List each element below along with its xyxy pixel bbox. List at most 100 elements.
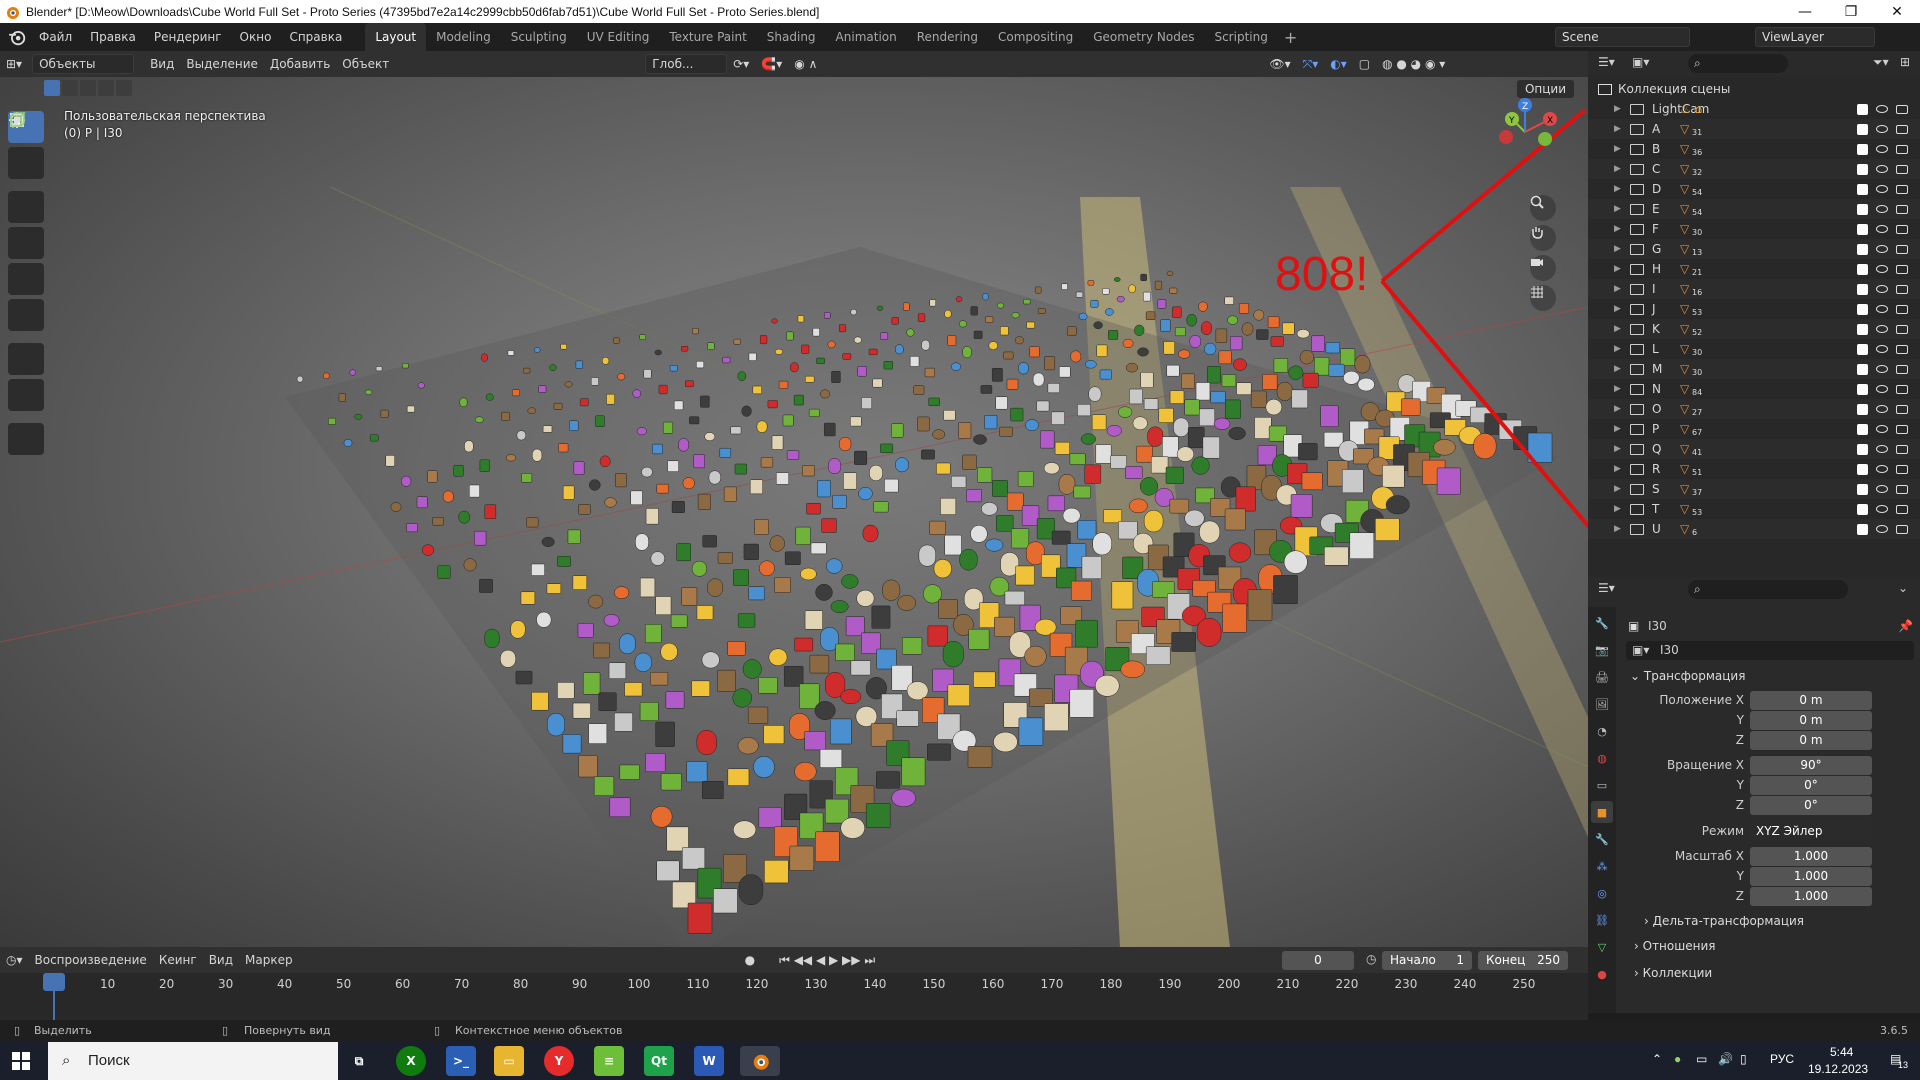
- properties-search-input[interactable]: ⌕: [1688, 580, 1848, 599]
- move-tool-icon[interactable]: [8, 112, 44, 223]
- outliner-row-lightcam[interactable]: ▶ LightCam ♨ ⌂: [1588, 99, 1920, 119]
- exclude-checkbox[interactable]: [1857, 243, 1868, 255]
- particles-tab-icon[interactable]: ⁂: [1591, 855, 1613, 877]
- object-tab-icon[interactable]: ■: [1591, 801, 1613, 823]
- view-layer-tab-icon[interactable]: 🖼: [1591, 693, 1613, 715]
- blender-taskbar-icon[interactable]: [740, 1046, 780, 1076]
- expand-arrow-icon[interactable]: ▶: [1614, 124, 1621, 134]
- options-dropdown[interactable]: Опции: [1516, 80, 1574, 98]
- volume-icon[interactable]: 🔊: [1718, 1052, 1733, 1066]
- tool-tab-icon[interactable]: 🔧: [1591, 612, 1613, 634]
- cursor-tool-icon[interactable]: [8, 112, 44, 179]
- outliner-row-b[interactable]: ▶ B ▽ 36: [1588, 139, 1920, 159]
- visibility-eye-icon[interactable]: [1876, 125, 1888, 133]
- outliner-row-g[interactable]: ▶ G ▽ 13: [1588, 239, 1920, 259]
- xbox-icon[interactable]: X: [396, 1046, 426, 1076]
- exclude-checkbox[interactable]: [1857, 483, 1868, 495]
- render-camera-icon[interactable]: [1896, 244, 1908, 254]
- scale-tool-icon[interactable]: [8, 113, 44, 295]
- render-camera-icon[interactable]: [1896, 304, 1908, 314]
- exclude-checkbox[interactable]: [1857, 223, 1868, 235]
- navigation-gizmo[interactable]: X Y Z: [1490, 97, 1560, 167]
- outliner-row-k[interactable]: ▶ K ▽ 52: [1588, 319, 1920, 339]
- camera-view-icon[interactable]: [1530, 255, 1556, 281]
- clock-icon[interactable]: ◷: [1366, 952, 1376, 966]
- outliner-row-e[interactable]: ▶ E ▽ 54: [1588, 199, 1920, 219]
- expand-arrow-icon[interactable]: ▶: [1614, 244, 1621, 254]
- outliner-row-l[interactable]: ▶ L ▽ 30: [1588, 339, 1920, 359]
- rotation-x-field[interactable]: 90°: [1750, 756, 1872, 775]
- powershell-icon[interactable]: >_: [446, 1046, 476, 1076]
- maximize-button[interactable]: ❐: [1828, 0, 1874, 23]
- tab-compositing[interactable]: Compositing: [988, 23, 1083, 51]
- qt-creator-icon[interactable]: Qt: [644, 1046, 674, 1076]
- tab-layout[interactable]: Layout: [365, 23, 427, 51]
- exclude-checkbox[interactable]: [1857, 403, 1868, 415]
- outliner-row-t[interactable]: ▶ T ▽ 53: [1588, 499, 1920, 519]
- expand-arrow-icon[interactable]: ▶: [1614, 104, 1621, 114]
- expand-arrow-icon[interactable]: ▶: [1614, 504, 1621, 514]
- zoom-icon[interactable]: [1530, 195, 1556, 221]
- tab-texture-paint[interactable]: Texture Paint: [659, 23, 756, 51]
- menu-select[interactable]: Выделение: [180, 54, 263, 74]
- menu-view[interactable]: Вид: [144, 54, 180, 74]
- data-tab-icon[interactable]: ▽: [1591, 936, 1613, 958]
- gizmo-toggle-icon[interactable]: ⤧▾: [1297, 54, 1325, 74]
- exclude-checkbox[interactable]: [1857, 503, 1868, 515]
- proportional-icon[interactable]: ◉ ∧: [788, 54, 823, 74]
- keying-menu[interactable]: Кеинг: [153, 950, 203, 970]
- visibility-eye-icon[interactable]: [1876, 165, 1888, 173]
- modifier-tab-icon[interactable]: 🔧: [1591, 828, 1613, 850]
- 3d-viewport[interactable]: 808! Пользовательская перспектива (0) P …: [0, 77, 1588, 947]
- relations-section[interactable]: › Отношения: [1634, 939, 1715, 953]
- world-tab-icon[interactable]: ◍: [1591, 747, 1613, 769]
- render-camera-icon[interactable]: [1896, 164, 1908, 174]
- record-icon[interactable]: ●: [739, 950, 761, 970]
- tray-app-icon[interactable]: ●: [1674, 1052, 1681, 1066]
- render-camera-icon[interactable]: [1896, 144, 1908, 154]
- render-tab-icon[interactable]: 📷: [1591, 639, 1613, 661]
- physics-tab-icon[interactable]: ◎: [1591, 882, 1613, 904]
- render-camera-icon[interactable]: [1896, 224, 1908, 234]
- tab-uv-editing[interactable]: UV Editing: [577, 23, 660, 51]
- expand-arrow-icon[interactable]: ▶: [1614, 224, 1621, 234]
- grid-view-icon[interactable]: [1530, 285, 1556, 311]
- network-icon[interactable]: ▭: [1696, 1052, 1707, 1066]
- notepad-icon[interactable]: ≡: [594, 1046, 624, 1076]
- expand-arrow-icon[interactable]: ▶: [1614, 184, 1621, 194]
- outliner-row-m[interactable]: ▶ M ▽ 30: [1588, 359, 1920, 379]
- overlay-toggle-icon[interactable]: ◐▾: [1324, 54, 1353, 74]
- tab-animation[interactable]: Animation: [826, 23, 907, 51]
- visibility-eye-icon[interactable]: [1876, 525, 1888, 533]
- taskbar-search-input[interactable]: ⌕ Поиск: [48, 1042, 338, 1080]
- new-collection-icon[interactable]: ⊞: [1900, 55, 1910, 69]
- rotation-mode-dropdown[interactable]: XYZ Эйлер: [1750, 822, 1872, 841]
- scale-y-field[interactable]: 1.000: [1750, 867, 1872, 886]
- outliner-search-input[interactable]: ⌕: [1688, 54, 1788, 73]
- transform-tool-icon[interactable]: [8, 113, 44, 331]
- visibility-eye-icon[interactable]: [1876, 265, 1888, 273]
- outliner-row-f[interactable]: ▶ F ▽ 30: [1588, 219, 1920, 239]
- visibility-eye-icon[interactable]: [1876, 185, 1888, 193]
- expand-arrow-icon[interactable]: ▶: [1614, 424, 1621, 434]
- timeline-view-menu[interactable]: Вид: [203, 950, 239, 970]
- menu-add[interactable]: Добавить: [264, 54, 336, 74]
- render-camera-icon[interactable]: [1896, 504, 1908, 514]
- render-camera-icon[interactable]: [1896, 484, 1908, 494]
- editor-type-icon[interactable]: ⊞▾: [0, 54, 28, 74]
- expand-arrow-icon[interactable]: ▶: [1614, 404, 1621, 414]
- location-x-field[interactable]: 0 m: [1750, 691, 1872, 710]
- transform-section-header[interactable]: ⌄ Трансформация: [1630, 669, 1745, 683]
- exclude-checkbox[interactable]: [1857, 283, 1868, 295]
- yandex-browser-icon[interactable]: Y: [544, 1046, 574, 1076]
- pin-icon[interactable]: 📌: [1898, 619, 1913, 633]
- menu-help[interactable]: Справка: [280, 23, 351, 51]
- outliner-row-c[interactable]: ▶ C ▽ 32: [1588, 159, 1920, 179]
- add-cube-tool-icon[interactable]: [8, 112, 44, 455]
- outliner-root[interactable]: Коллекция сцены: [1588, 79, 1920, 99]
- visibility-eye-icon[interactable]: [1876, 425, 1888, 433]
- tab-sculpting[interactable]: Sculpting: [501, 23, 577, 51]
- exclude-checkbox[interactable]: [1857, 183, 1868, 195]
- visibility-eye-icon[interactable]: [1876, 465, 1888, 473]
- expand-arrow-icon[interactable]: ▶: [1614, 524, 1621, 534]
